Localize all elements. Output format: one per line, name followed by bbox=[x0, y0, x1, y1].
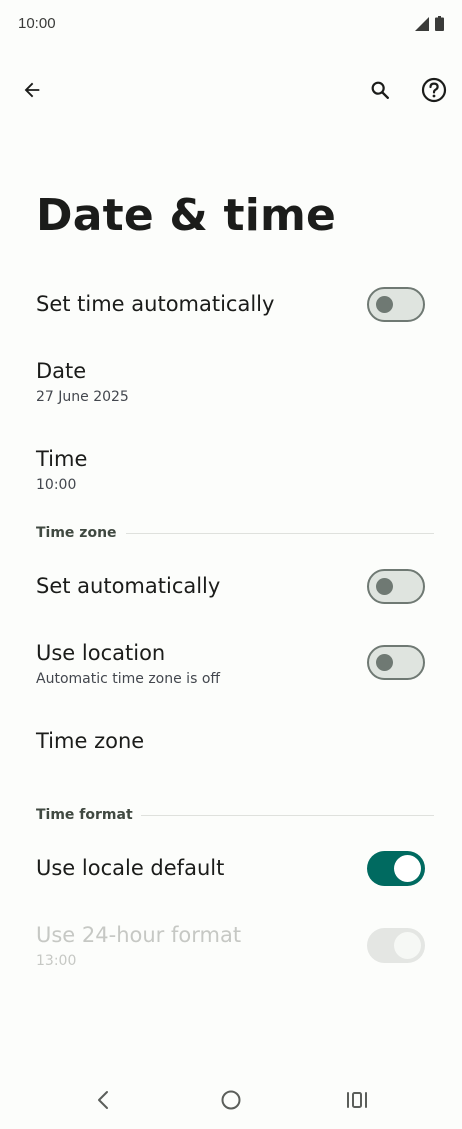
search-button[interactable] bbox=[360, 72, 400, 112]
switch-knob bbox=[376, 654, 393, 671]
use-locale-default-label: Use locale default bbox=[36, 856, 225, 880]
nav-back-icon bbox=[96, 1090, 110, 1114]
use-location-row[interactable]: Use location Automatic time zone is off bbox=[0, 630, 462, 700]
help-circle-icon bbox=[421, 77, 447, 107]
section-divider bbox=[126, 533, 434, 534]
switch-knob bbox=[394, 855, 421, 882]
date-label: Date bbox=[36, 359, 87, 383]
page-title: Date & time bbox=[36, 190, 337, 241]
set-timezone-automatically-label: Set automatically bbox=[36, 574, 221, 598]
search-icon bbox=[369, 79, 391, 105]
set-timezone-automatically-row[interactable]: Set automatically bbox=[0, 552, 462, 622]
use-24-hour-format-label: Use 24-hour format bbox=[36, 923, 242, 947]
use-24-hour-format-row: Use 24-hour format 13:00 bbox=[0, 912, 462, 982]
app-bar bbox=[0, 62, 462, 122]
time-value: 10:00 bbox=[36, 477, 77, 493]
signal-icon bbox=[415, 16, 429, 35]
date-row[interactable]: Date 27 June 2025 bbox=[0, 350, 462, 428]
switch-knob bbox=[376, 296, 393, 313]
set-time-automatically-row[interactable]: Set time automatically bbox=[0, 270, 462, 340]
nav-recents-icon bbox=[346, 1090, 368, 1114]
section-divider bbox=[141, 815, 434, 816]
use-location-subtitle: Automatic time zone is off bbox=[36, 671, 221, 687]
use-locale-default-switch[interactable] bbox=[367, 851, 425, 886]
nav-home-button[interactable] bbox=[215, 1088, 247, 1116]
back-button[interactable] bbox=[12, 72, 52, 112]
status-bar: 10:00 bbox=[0, 0, 462, 48]
nav-back-button[interactable] bbox=[87, 1088, 119, 1116]
switch-knob bbox=[394, 932, 421, 959]
time-row[interactable]: Time 10:00 bbox=[0, 438, 462, 516]
switch-knob bbox=[376, 578, 393, 595]
time-zone-label: Time zone bbox=[36, 729, 145, 753]
set-time-automatically-label: Set time automatically bbox=[36, 292, 275, 316]
navigation-bar bbox=[0, 1078, 462, 1126]
time-format-section-header: Time format bbox=[36, 807, 133, 823]
use-locale-default-row[interactable]: Use locale default bbox=[0, 834, 462, 904]
set-timezone-automatically-switch[interactable] bbox=[367, 569, 425, 604]
use-location-switch[interactable] bbox=[367, 645, 425, 680]
nav-home-icon bbox=[220, 1089, 242, 1115]
status-icons bbox=[415, 16, 444, 35]
time-zone-row[interactable]: Time zone bbox=[0, 712, 462, 774]
time-zone-section-header: Time zone bbox=[36, 525, 117, 541]
status-time: 10:00 bbox=[18, 15, 56, 32]
use-24-hour-format-switch bbox=[367, 928, 425, 963]
nav-recents-button[interactable] bbox=[341, 1088, 373, 1116]
time-label: Time bbox=[36, 447, 88, 471]
help-button[interactable] bbox=[414, 72, 454, 112]
set-time-automatically-switch[interactable] bbox=[367, 287, 425, 322]
date-value: 27 June 2025 bbox=[36, 389, 129, 405]
use-24-hour-format-example: 13:00 bbox=[36, 953, 77, 969]
battery-icon bbox=[435, 16, 444, 35]
use-location-label: Use location bbox=[36, 641, 166, 665]
arrow-left-icon bbox=[21, 79, 43, 105]
